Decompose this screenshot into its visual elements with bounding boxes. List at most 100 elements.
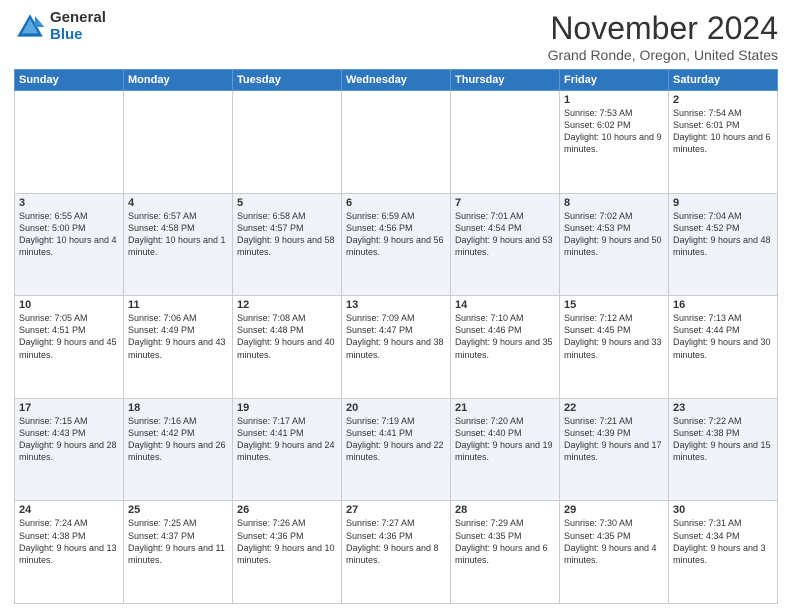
col-tuesday: Tuesday [233,70,342,91]
day-info: Sunrise: 7:26 AM Sunset: 4:36 PM Dayligh… [237,517,337,566]
calendar-cell: 17Sunrise: 7:15 AM Sunset: 4:43 PM Dayli… [15,398,124,501]
calendar-cell: 10Sunrise: 7:05 AM Sunset: 4:51 PM Dayli… [15,296,124,399]
location: Grand Ronde, Oregon, United States [548,47,778,63]
day-number: 27 [346,504,446,516]
calendar-week-1: 1Sunrise: 7:53 AM Sunset: 6:02 PM Daylig… [15,91,778,194]
day-info: Sunrise: 7:17 AM Sunset: 4:41 PM Dayligh… [237,415,337,464]
day-info: Sunrise: 7:09 AM Sunset: 4:47 PM Dayligh… [346,312,446,361]
day-number: 30 [673,504,773,516]
day-info: Sunrise: 7:22 AM Sunset: 4:38 PM Dayligh… [673,415,773,464]
day-info: Sunrise: 7:04 AM Sunset: 4:52 PM Dayligh… [673,210,773,259]
day-info: Sunrise: 6:57 AM Sunset: 4:58 PM Dayligh… [128,210,228,259]
logo-blue: Blue [50,27,106,44]
day-number: 28 [455,504,555,516]
calendar-cell: 2Sunrise: 7:54 AM Sunset: 6:01 PM Daylig… [669,91,778,194]
calendar-cell: 25Sunrise: 7:25 AM Sunset: 4:37 PM Dayli… [124,501,233,604]
day-info: Sunrise: 7:02 AM Sunset: 4:53 PM Dayligh… [564,210,664,259]
calendar-header: Sunday Monday Tuesday Wednesday Thursday… [15,70,778,91]
day-info: Sunrise: 7:05 AM Sunset: 4:51 PM Dayligh… [19,312,119,361]
logo-text: General Blue [50,10,106,43]
day-number: 4 [128,197,228,209]
day-number: 11 [128,299,228,311]
calendar-cell: 18Sunrise: 7:16 AM Sunset: 4:42 PM Dayli… [124,398,233,501]
logo: General Blue [14,10,106,43]
col-sunday: Sunday [15,70,124,91]
calendar-cell [342,91,451,194]
col-friday: Friday [560,70,669,91]
day-number: 9 [673,197,773,209]
day-number: 17 [19,402,119,414]
logo-icon [14,11,46,43]
day-info: Sunrise: 7:25 AM Sunset: 4:37 PM Dayligh… [128,517,228,566]
day-number: 14 [455,299,555,311]
day-info: Sunrise: 7:16 AM Sunset: 4:42 PM Dayligh… [128,415,228,464]
calendar-cell: 8Sunrise: 7:02 AM Sunset: 4:53 PM Daylig… [560,193,669,296]
calendar-cell: 6Sunrise: 6:59 AM Sunset: 4:56 PM Daylig… [342,193,451,296]
day-info: Sunrise: 7:29 AM Sunset: 4:35 PM Dayligh… [455,517,555,566]
col-wednesday: Wednesday [342,70,451,91]
day-info: Sunrise: 7:13 AM Sunset: 4:44 PM Dayligh… [673,312,773,361]
day-info: Sunrise: 7:06 AM Sunset: 4:49 PM Dayligh… [128,312,228,361]
day-number: 6 [346,197,446,209]
day-info: Sunrise: 7:01 AM Sunset: 4:54 PM Dayligh… [455,210,555,259]
calendar-cell: 4Sunrise: 6:57 AM Sunset: 4:58 PM Daylig… [124,193,233,296]
day-number: 23 [673,402,773,414]
day-number: 3 [19,197,119,209]
calendar-cell: 28Sunrise: 7:29 AM Sunset: 4:35 PM Dayli… [451,501,560,604]
day-info: Sunrise: 6:59 AM Sunset: 4:56 PM Dayligh… [346,210,446,259]
day-info: Sunrise: 7:10 AM Sunset: 4:46 PM Dayligh… [455,312,555,361]
calendar-cell: 24Sunrise: 7:24 AM Sunset: 4:38 PM Dayli… [15,501,124,604]
calendar-cell: 11Sunrise: 7:06 AM Sunset: 4:49 PM Dayli… [124,296,233,399]
calendar-cell: 29Sunrise: 7:30 AM Sunset: 4:35 PM Dayli… [560,501,669,604]
calendar-cell: 21Sunrise: 7:20 AM Sunset: 4:40 PM Dayli… [451,398,560,501]
calendar-cell [233,91,342,194]
day-number: 19 [237,402,337,414]
day-number: 16 [673,299,773,311]
day-number: 25 [128,504,228,516]
day-number: 13 [346,299,446,311]
calendar-cell: 23Sunrise: 7:22 AM Sunset: 4:38 PM Dayli… [669,398,778,501]
calendar-cell [124,91,233,194]
day-info: Sunrise: 7:31 AM Sunset: 4:34 PM Dayligh… [673,517,773,566]
day-number: 8 [564,197,664,209]
day-number: 18 [128,402,228,414]
day-info: Sunrise: 7:24 AM Sunset: 4:38 PM Dayligh… [19,517,119,566]
calendar-cell: 19Sunrise: 7:17 AM Sunset: 4:41 PM Dayli… [233,398,342,501]
calendar-cell: 22Sunrise: 7:21 AM Sunset: 4:39 PM Dayli… [560,398,669,501]
calendar-cell: 30Sunrise: 7:31 AM Sunset: 4:34 PM Dayli… [669,501,778,604]
logo-general: General [50,10,106,27]
calendar-cell: 3Sunrise: 6:55 AM Sunset: 5:00 PM Daylig… [15,193,124,296]
day-info: Sunrise: 7:12 AM Sunset: 4:45 PM Dayligh… [564,312,664,361]
day-info: Sunrise: 7:30 AM Sunset: 4:35 PM Dayligh… [564,517,664,566]
day-info: Sunrise: 7:27 AM Sunset: 4:36 PM Dayligh… [346,517,446,566]
day-number: 5 [237,197,337,209]
calendar-cell: 13Sunrise: 7:09 AM Sunset: 4:47 PM Dayli… [342,296,451,399]
day-info: Sunrise: 7:08 AM Sunset: 4:48 PM Dayligh… [237,312,337,361]
day-number: 12 [237,299,337,311]
day-number: 24 [19,504,119,516]
day-number: 26 [237,504,337,516]
calendar-week-2: 3Sunrise: 6:55 AM Sunset: 5:00 PM Daylig… [15,193,778,296]
calendar-body: 1Sunrise: 7:53 AM Sunset: 6:02 PM Daylig… [15,91,778,604]
col-thursday: Thursday [451,70,560,91]
day-info: Sunrise: 7:53 AM Sunset: 6:02 PM Dayligh… [564,107,664,156]
day-number: 29 [564,504,664,516]
day-info: Sunrise: 7:20 AM Sunset: 4:40 PM Dayligh… [455,415,555,464]
calendar-cell [451,91,560,194]
page: General Blue November 2024 Grand Ronde, … [0,0,792,612]
day-number: 10 [19,299,119,311]
day-number: 20 [346,402,446,414]
calendar-cell: 7Sunrise: 7:01 AM Sunset: 4:54 PM Daylig… [451,193,560,296]
day-info: Sunrise: 6:55 AM Sunset: 5:00 PM Dayligh… [19,210,119,259]
col-monday: Monday [124,70,233,91]
day-number: 22 [564,402,664,414]
calendar-cell: 20Sunrise: 7:19 AM Sunset: 4:41 PM Dayli… [342,398,451,501]
calendar-cell: 1Sunrise: 7:53 AM Sunset: 6:02 PM Daylig… [560,91,669,194]
calendar-cell: 26Sunrise: 7:26 AM Sunset: 4:36 PM Dayli… [233,501,342,604]
day-number: 7 [455,197,555,209]
calendar-cell: 14Sunrise: 7:10 AM Sunset: 4:46 PM Dayli… [451,296,560,399]
calendar-table: Sunday Monday Tuesday Wednesday Thursday… [14,69,778,604]
day-number: 21 [455,402,555,414]
calendar-cell: 9Sunrise: 7:04 AM Sunset: 4:52 PM Daylig… [669,193,778,296]
calendar-cell: 5Sunrise: 6:58 AM Sunset: 4:57 PM Daylig… [233,193,342,296]
